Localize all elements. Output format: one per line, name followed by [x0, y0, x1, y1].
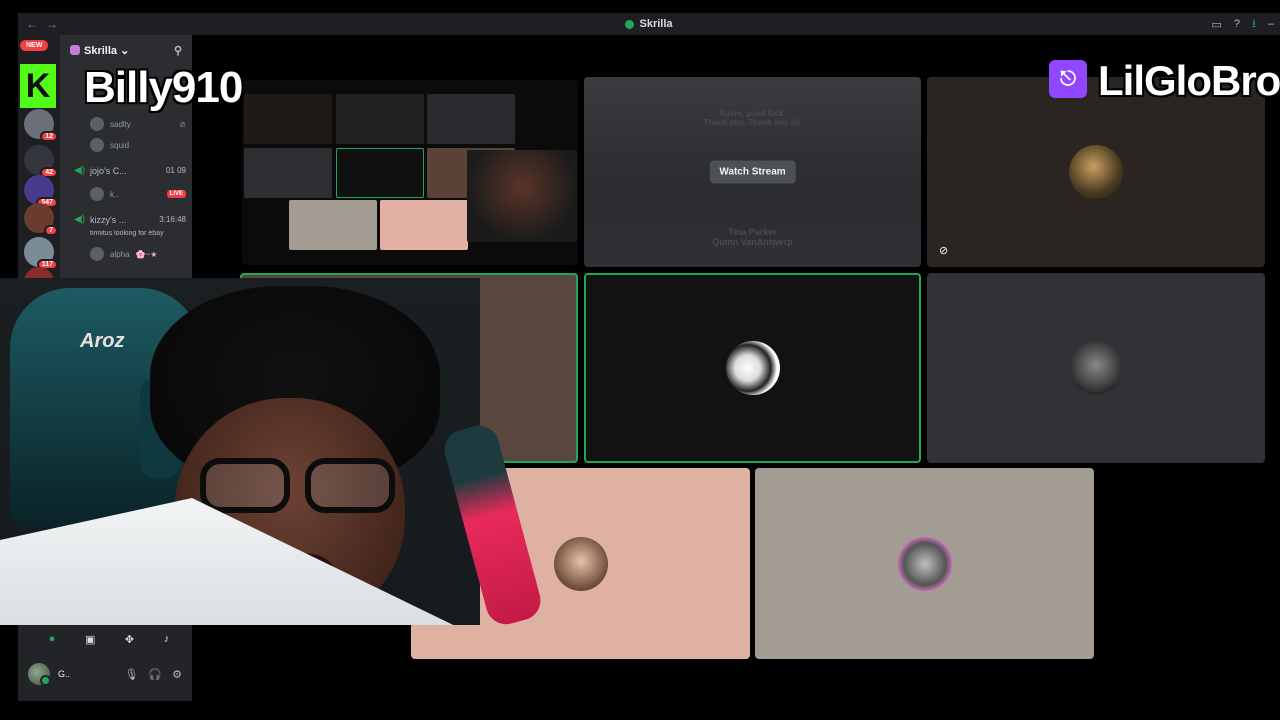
nested-tile [336, 148, 424, 198]
nested-tile [336, 94, 424, 144]
voice-channel[interactable]: ◀) jojo's C... 01 09 [74, 165, 186, 176]
user-status: 🌸~★ [135, 249, 158, 259]
avatar [553, 536, 608, 591]
activities-icon[interactable]: ✥ [125, 633, 134, 646]
stream-preview-caption: Again, good luck. Thank you. Thank you a… [703, 109, 802, 127]
voice-user[interactable]: alpha 🌸~★ [90, 247, 186, 261]
camera-off-icon: ⊘ [939, 245, 949, 257]
kick-logo-icon: K [20, 64, 56, 108]
avatar [90, 247, 104, 261]
server-icon-3[interactable]: 42 [24, 145, 58, 178]
nested-tile [244, 94, 332, 144]
muted-icon: ⊘ [179, 119, 186, 129]
streamer-name-left: Billy910 [84, 63, 243, 112]
channel-timer: 01 09 [165, 166, 186, 175]
nested-webcam [467, 150, 577, 242]
voice-controls: ● ▣ ✥ ♪ [18, 625, 192, 646]
participant-tile[interactable] [584, 273, 921, 463]
watch-stream-button[interactable]: Watch Stream [709, 160, 796, 184]
avatar [90, 117, 104, 131]
username[interactable]: G.. [58, 669, 70, 679]
stream-tile[interactable]: Again, good luck. Thank you. Thank you a… [584, 77, 921, 267]
avatar [725, 341, 780, 395]
server-boost-icon [70, 45, 80, 55]
server-icon [625, 19, 635, 29]
nested-tile [289, 200, 377, 250]
mention-badge: 7 [44, 225, 58, 236]
avatar [1069, 341, 1123, 395]
mention-badge: 12 [40, 131, 58, 142]
nav-buttons: ← → [18, 17, 58, 31]
screen-share-icon[interactable]: ▣ [85, 633, 95, 646]
voice-user[interactable]: squid [90, 138, 186, 152]
nested-tile [244, 148, 332, 198]
participant-tile[interactable] [755, 468, 1094, 659]
voice-channel-name: jojo's C... [90, 165, 127, 176]
voice-user-name: squid [110, 140, 130, 150]
headphones-icon[interactable]: 🎧 [148, 668, 162, 681]
voice-channel-name: kizzy's ... [90, 214, 127, 225]
avatar [90, 187, 104, 201]
user-panel: G.. 🎙 🎧 ⚙ [18, 663, 192, 686]
nested-tile [380, 200, 468, 250]
soundboard-icon[interactable]: ♪ [164, 633, 170, 646]
channel-timer: 3:16:48 [159, 215, 186, 224]
window-title-text: Skrilla [639, 18, 673, 30]
new-badge: NEW [20, 40, 49, 51]
voice-user[interactable]: k.. LIVE [90, 187, 186, 201]
camera-icon[interactable]: ● [49, 633, 56, 646]
invite-icon[interactable]: ⚲ [174, 44, 182, 57]
server-icon-5[interactable]: 7 [24, 203, 58, 236]
server-name: Skrilla ⌄ [84, 44, 130, 57]
avatar [897, 536, 952, 591]
help-icon[interactable]: ? [1234, 18, 1240, 30]
speaker-icon: ◀) [74, 165, 86, 176]
window-title: Skrilla [18, 18, 1280, 30]
streamer-glasses [200, 458, 410, 518]
user-area: ● ▣ ✥ ♪ G.. 🎙 🎧 ⚙ [18, 625, 192, 701]
channel-status: tinnitus looking for ebay [90, 230, 164, 237]
glasses-lens [200, 458, 290, 513]
voice-user-name: k.. [110, 189, 119, 199]
chair-logo: Aroz [80, 330, 125, 352]
inbox-icon[interactable]: ▭ [1211, 18, 1221, 31]
forward-arrow-icon[interactable]: → [46, 17, 58, 31]
settings-icon[interactable]: ⚙ [172, 668, 182, 681]
minimize-icon[interactable]: – [1268, 18, 1274, 30]
participant-tile[interactable] [927, 273, 1265, 463]
voice-user-name: sadlty [110, 119, 131, 129]
server-icon-6[interactable]: 117 [24, 237, 58, 270]
screen-share-tile[interactable] [242, 80, 578, 265]
twitch-logo-icon: ⎋ [1049, 60, 1087, 98]
window-titlebar: ← → Skrilla ▭ ? ⭳ – [18, 13, 1280, 35]
streamer-name-right: LilGloBro [1098, 57, 1280, 104]
live-badge: LIVE [166, 190, 186, 198]
back-arrow-icon[interactable]: ← [26, 17, 38, 31]
avatar [1069, 145, 1123, 199]
speaker-icon: ◀) [74, 214, 86, 225]
voice-user-name: alpha [110, 249, 130, 259]
avatar [90, 138, 104, 152]
server-header[interactable]: Skrilla ⌄ ⚲ [60, 35, 192, 65]
microphone-icon[interactable]: 🎙 [124, 668, 138, 681]
server-icon-2[interactable]: 12 [24, 109, 58, 142]
avatar[interactable] [28, 663, 51, 686]
window-controls: ▭ ? ⭳ – [1211, 15, 1274, 34]
server-icon-4[interactable]: 547 [24, 175, 58, 208]
streamer-webcam: Aroz [0, 278, 480, 625]
stream-preview-names: Tina Parker Quinn VanAntwerp [712, 227, 793, 247]
voice-channel[interactable]: ◀) kizzy's ... 3:16:48 [74, 214, 186, 225]
voice-user[interactable]: sadlty ⊘ [90, 117, 186, 131]
download-icon[interactable]: ⭳ [1252, 15, 1256, 34]
nested-tile [427, 94, 515, 144]
glasses-lens [305, 458, 395, 513]
